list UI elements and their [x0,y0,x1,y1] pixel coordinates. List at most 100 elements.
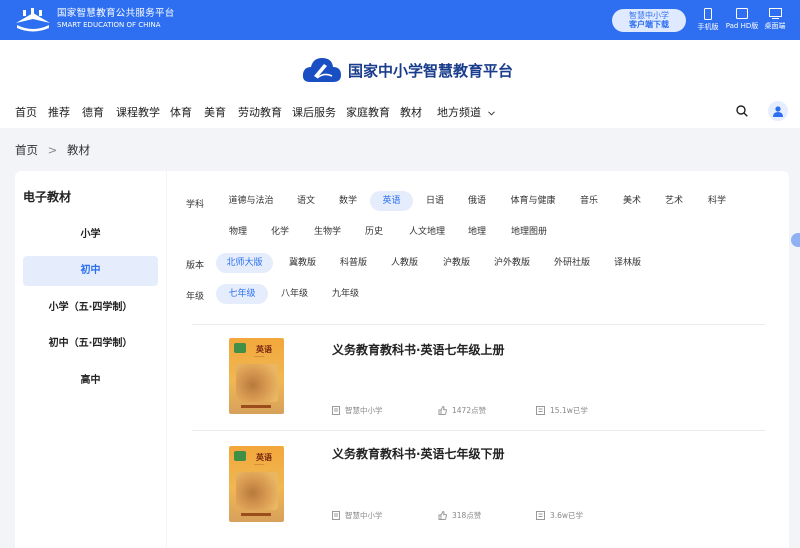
nav-home[interactable]: 首页 [15,104,37,120]
platform-subtitle: SMART EDUCATION OF CHINA [57,21,161,29]
subject-chip[interactable]: 数学 [331,191,365,211]
brand-name: 国家中小学智慧教育平台 [348,61,514,80]
sidebar-item-junior-54[interactable]: 初中（五·四学制） [23,329,158,359]
breadcrumb-current: 教材 [66,143,90,157]
sidebar-item-primary-54[interactable]: 小学（五·四学制） [23,293,158,323]
breadcrumb-separator: > [47,143,58,157]
textbook-content-panel: 学科 道德与法治 语文 数学 英语 日语 俄语 体育与健康 音乐 美术 艺术 科… [167,171,789,548]
likes-text: 318点赞 [452,511,482,520]
subject-chip[interactable]: 地理图册 [503,222,555,242]
nav-recommend[interactable]: 推荐 [48,104,70,120]
user-icon [773,106,783,117]
nav-local[interactable]: 地方频道 [437,104,495,120]
grade-chip[interactable]: 八年级 [273,284,316,304]
side-drawer-handle[interactable] [791,233,800,247]
top-bar: 国家智慧教育公共服务平台 SMART EDUCATION OF CHINA 智慧… [0,0,800,40]
book-icon [536,511,545,520]
subject-chip[interactable]: 科学 [700,191,734,211]
cloud-logo-icon [302,58,341,82]
user-avatar[interactable] [768,101,788,121]
sidebar-item-primary[interactable]: 小学 [23,220,158,250]
textbook-learners: 15.1w已学 [536,405,588,416]
sidebar-item-junior[interactable]: 初中 [23,256,158,286]
textbook-publisher: 智慧中小学 [332,510,383,521]
edition-chip[interactable]: 科普版 [332,253,375,273]
site-header: 国家中小学智慧教育平台 首页 推荐 德育 课程教学 体育 美育 劳动教育 课后服… [0,40,800,128]
cover-emblem [234,451,246,461]
textbook-category-sidebar: 电子教材 小学 初中 小学（五·四学制） 初中（五·四学制） 高中 [15,171,166,548]
subject-chip[interactable]: 化学 [263,222,297,242]
edition-chip[interactable]: 人教版 [383,253,426,273]
breadcrumb-home[interactable]: 首页 [15,143,38,157]
cover-publisher-bar [241,405,271,408]
publisher-text: 智慧中小学 [345,406,383,415]
edition-chip[interactable]: 冀教版 [281,253,324,273]
nav-sports[interactable]: 体育 [170,104,192,120]
device-desktop-label: 桌面端 [764,22,786,30]
textbook-likes: 318点赞 [438,510,481,521]
device-pad-label: Pad HD版 [725,22,759,30]
subject-filter-label: 学科 [186,200,205,210]
textbook-likes: 1472点赞 [438,405,486,416]
textbook-item[interactable]: 英语 ——— 义务教育教科书·英语七年级下册 智慧中小学 318点赞 3.6w已… [192,431,765,537]
subject-chip[interactable]: 地理 [460,222,494,242]
subject-chip[interactable]: 历史 [357,222,391,242]
edition-chip[interactable]: 沪外教版 [486,253,538,273]
subject-chip[interactable]: 美术 [615,191,649,211]
brand-logo[interactable]: 国家中小学智慧教育平台 [302,53,513,87]
edition-chip[interactable]: 译林版 [606,253,649,273]
download-line2: 客户端下载 [629,20,669,29]
search-icon[interactable] [736,105,748,117]
nav-afterschool[interactable]: 课后服务 [292,104,336,120]
textbook-cover[interactable]: 英语 ——— [229,446,284,522]
main-nav: 首页 推荐 德育 课程教学 体育 美育 劳动教育 课后服务 家庭教育 教材 地方… [0,100,800,124]
client-download-button[interactable]: 智慧中小学 客户端下载 [612,9,686,32]
sidebar-item-senior[interactable]: 高中 [23,366,158,396]
cover-subtitle-mark: ——— [254,462,265,466]
grade-filter-label: 年级 [186,292,205,302]
textbook-publisher: 智慧中小学 [332,405,383,416]
cover-illustration [236,364,278,402]
device-desktop-link[interactable]: 桌面端 [755,8,795,31]
desktop-icon [768,8,782,19]
textbook-title[interactable]: 义务教育教科书·英语七年级上册 [332,341,505,358]
subject-chip[interactable]: 体育与健康 [505,191,561,211]
textbook-item[interactable]: 英语 ——— 义务教育教科书·英语七年级上册 智慧中小学 1472点赞 15.1… [192,325,765,431]
subject-chip[interactable]: 物理 [221,222,255,242]
edition-chip[interactable]: 外研社版 [546,253,598,273]
grade-chip-active[interactable]: 七年级 [216,284,268,304]
grade-chip[interactable]: 九年级 [324,284,367,304]
nav-labor[interactable]: 劳动教育 [238,104,282,120]
breadcrumb: 首页 > 教材 [15,142,96,158]
subject-chip[interactable]: 语文 [289,191,323,211]
subject-chip[interactable]: 日语 [418,191,452,211]
platform-title: 国家智慧教育公共服务平台 [57,8,175,19]
thumbs-up-icon [438,511,447,520]
platform-logo-icon [16,8,50,32]
textbook-learners: 3.6w已学 [536,510,583,521]
textbook-cover[interactable]: 英语 ——— [229,338,284,414]
subject-chip-active[interactable]: 英语 [370,191,413,211]
subject-chip[interactable]: 生物学 [306,222,349,242]
book-icon [536,406,545,415]
subject-chip[interactable]: 俄语 [460,191,494,211]
chevron-down-icon [487,110,495,116]
cover-publisher-bar [241,513,271,516]
publisher-text: 智慧中小学 [345,511,383,520]
nav-arts[interactable]: 美育 [204,104,226,120]
textbook-title[interactable]: 义务教育教科书·英语七年级下册 [332,445,505,462]
thumbs-up-icon [438,406,447,415]
nav-textbook[interactable]: 教材 [400,104,422,120]
subject-chip[interactable]: 道德与法治 [221,191,281,211]
edition-chip[interactable]: 沪教版 [435,253,478,273]
nav-course[interactable]: 课程教学 [116,104,160,120]
subject-chip[interactable]: 音乐 [572,191,606,211]
nav-local-label: 地方频道 [437,106,481,119]
nav-family[interactable]: 家庭教育 [346,104,390,120]
cover-illustration [236,472,278,510]
edition-chip-active[interactable]: 北师大版 [216,253,273,273]
subject-chip[interactable]: 人文地理 [401,222,453,242]
subject-chip[interactable]: 艺术 [657,191,691,211]
nav-moral[interactable]: 德育 [82,104,104,120]
tablet-icon [736,8,748,19]
